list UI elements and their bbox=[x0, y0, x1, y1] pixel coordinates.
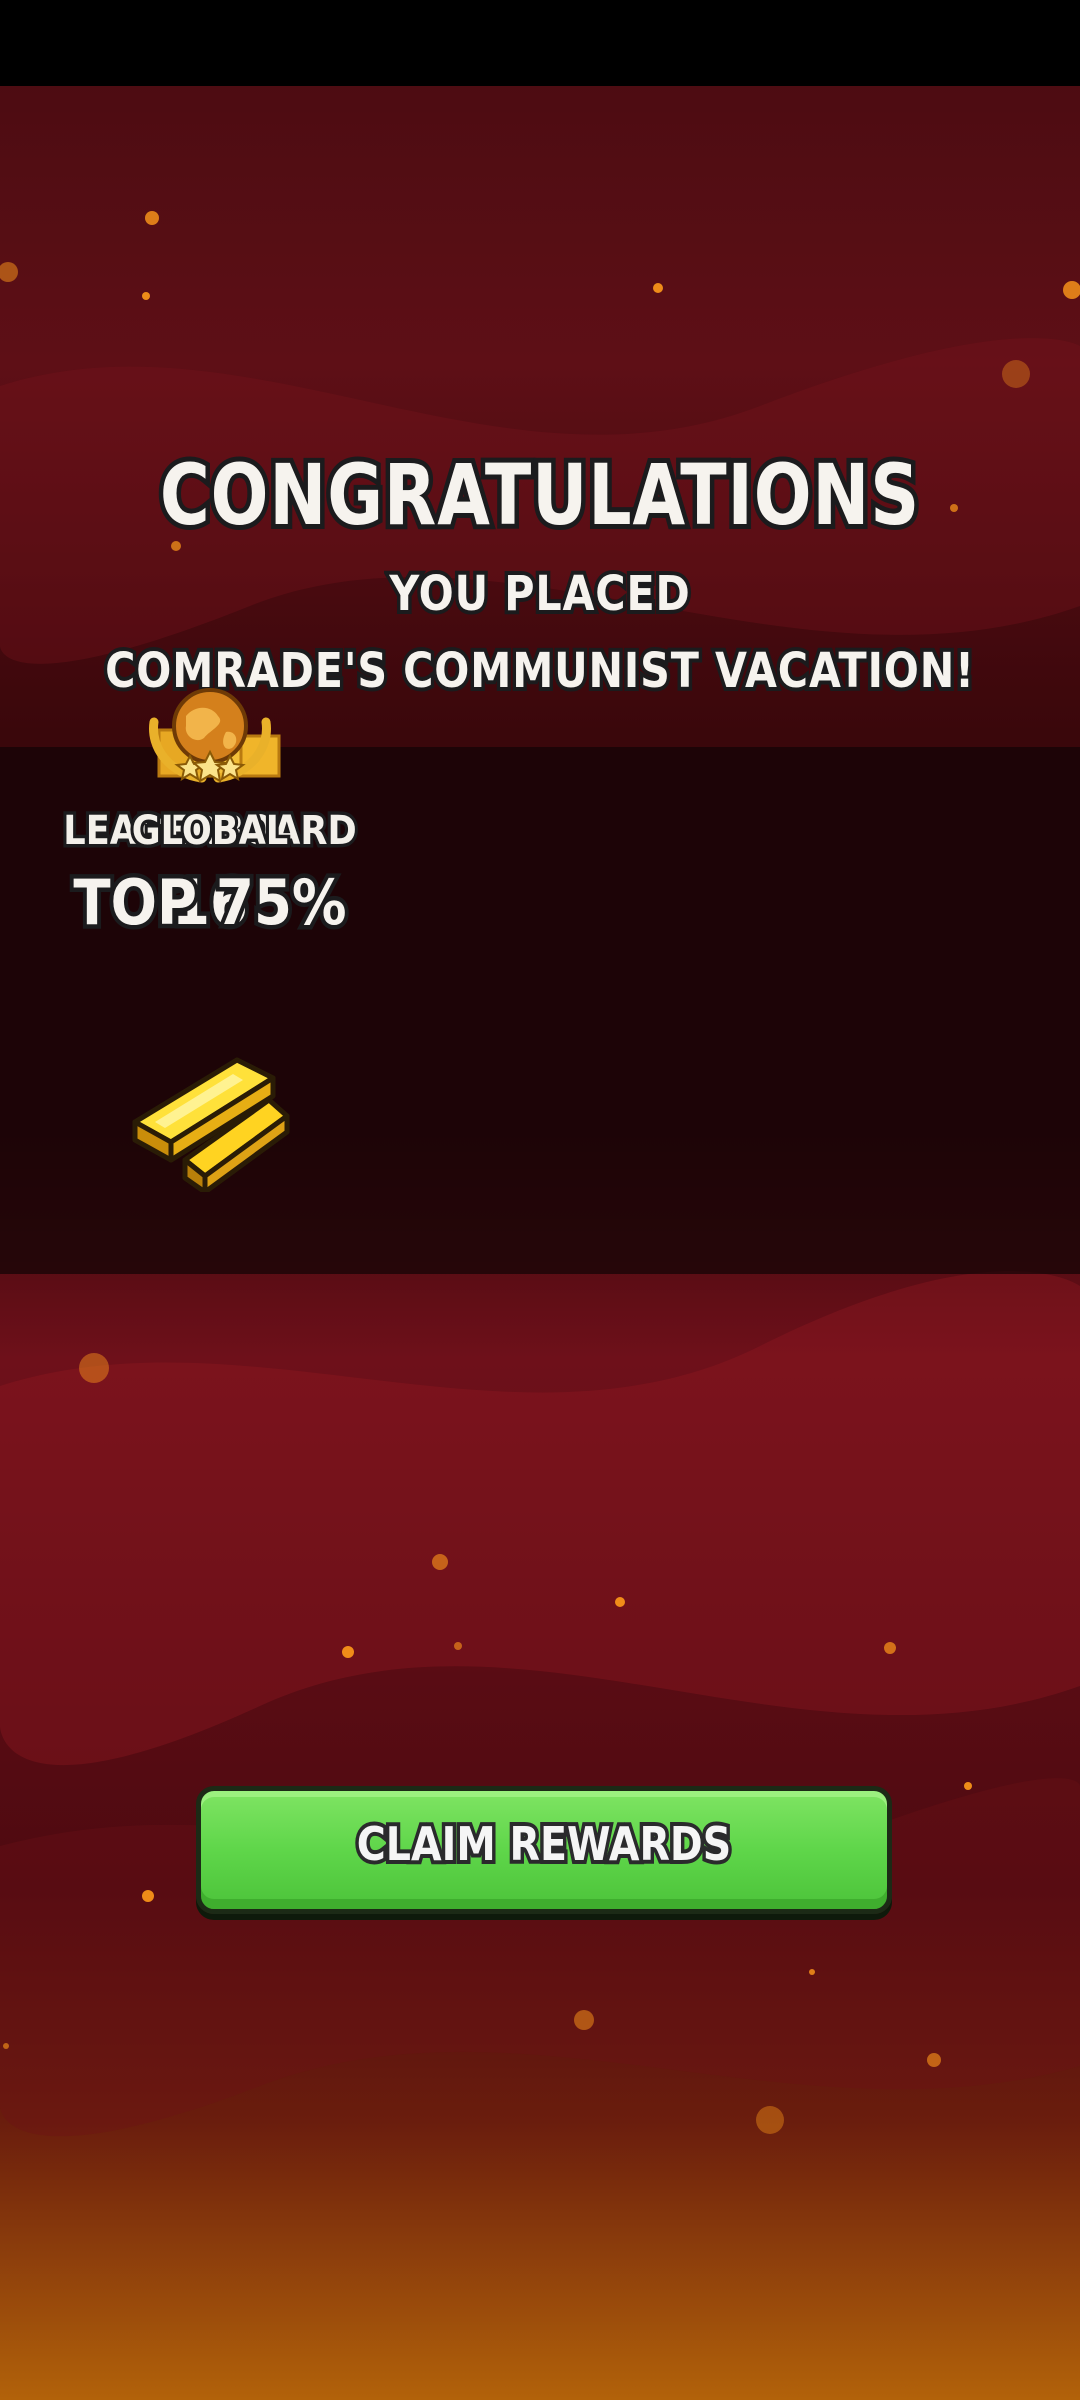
page-title: CONGRATULATIONS bbox=[155, 441, 923, 549]
gold-bars-icon bbox=[125, 1042, 295, 1195]
global-label: GLOBAL bbox=[129, 805, 292, 858]
reward-screen: CONGRATULATIONS YOU PLACED COMRADE'S COM… bbox=[0, 0, 1080, 2400]
placement-subtitle: YOU PLACED bbox=[386, 562, 693, 626]
claim-rewards-label: CLAIM REWARDS bbox=[353, 1813, 734, 1875]
claim-rewards-button[interactable]: CLAIM REWARDS bbox=[196, 1786, 892, 1914]
global-rank: TOP 75% bbox=[69, 862, 350, 944]
globe-laurel-medal-icon bbox=[140, 686, 280, 786]
status-bar bbox=[0, 0, 1080, 86]
